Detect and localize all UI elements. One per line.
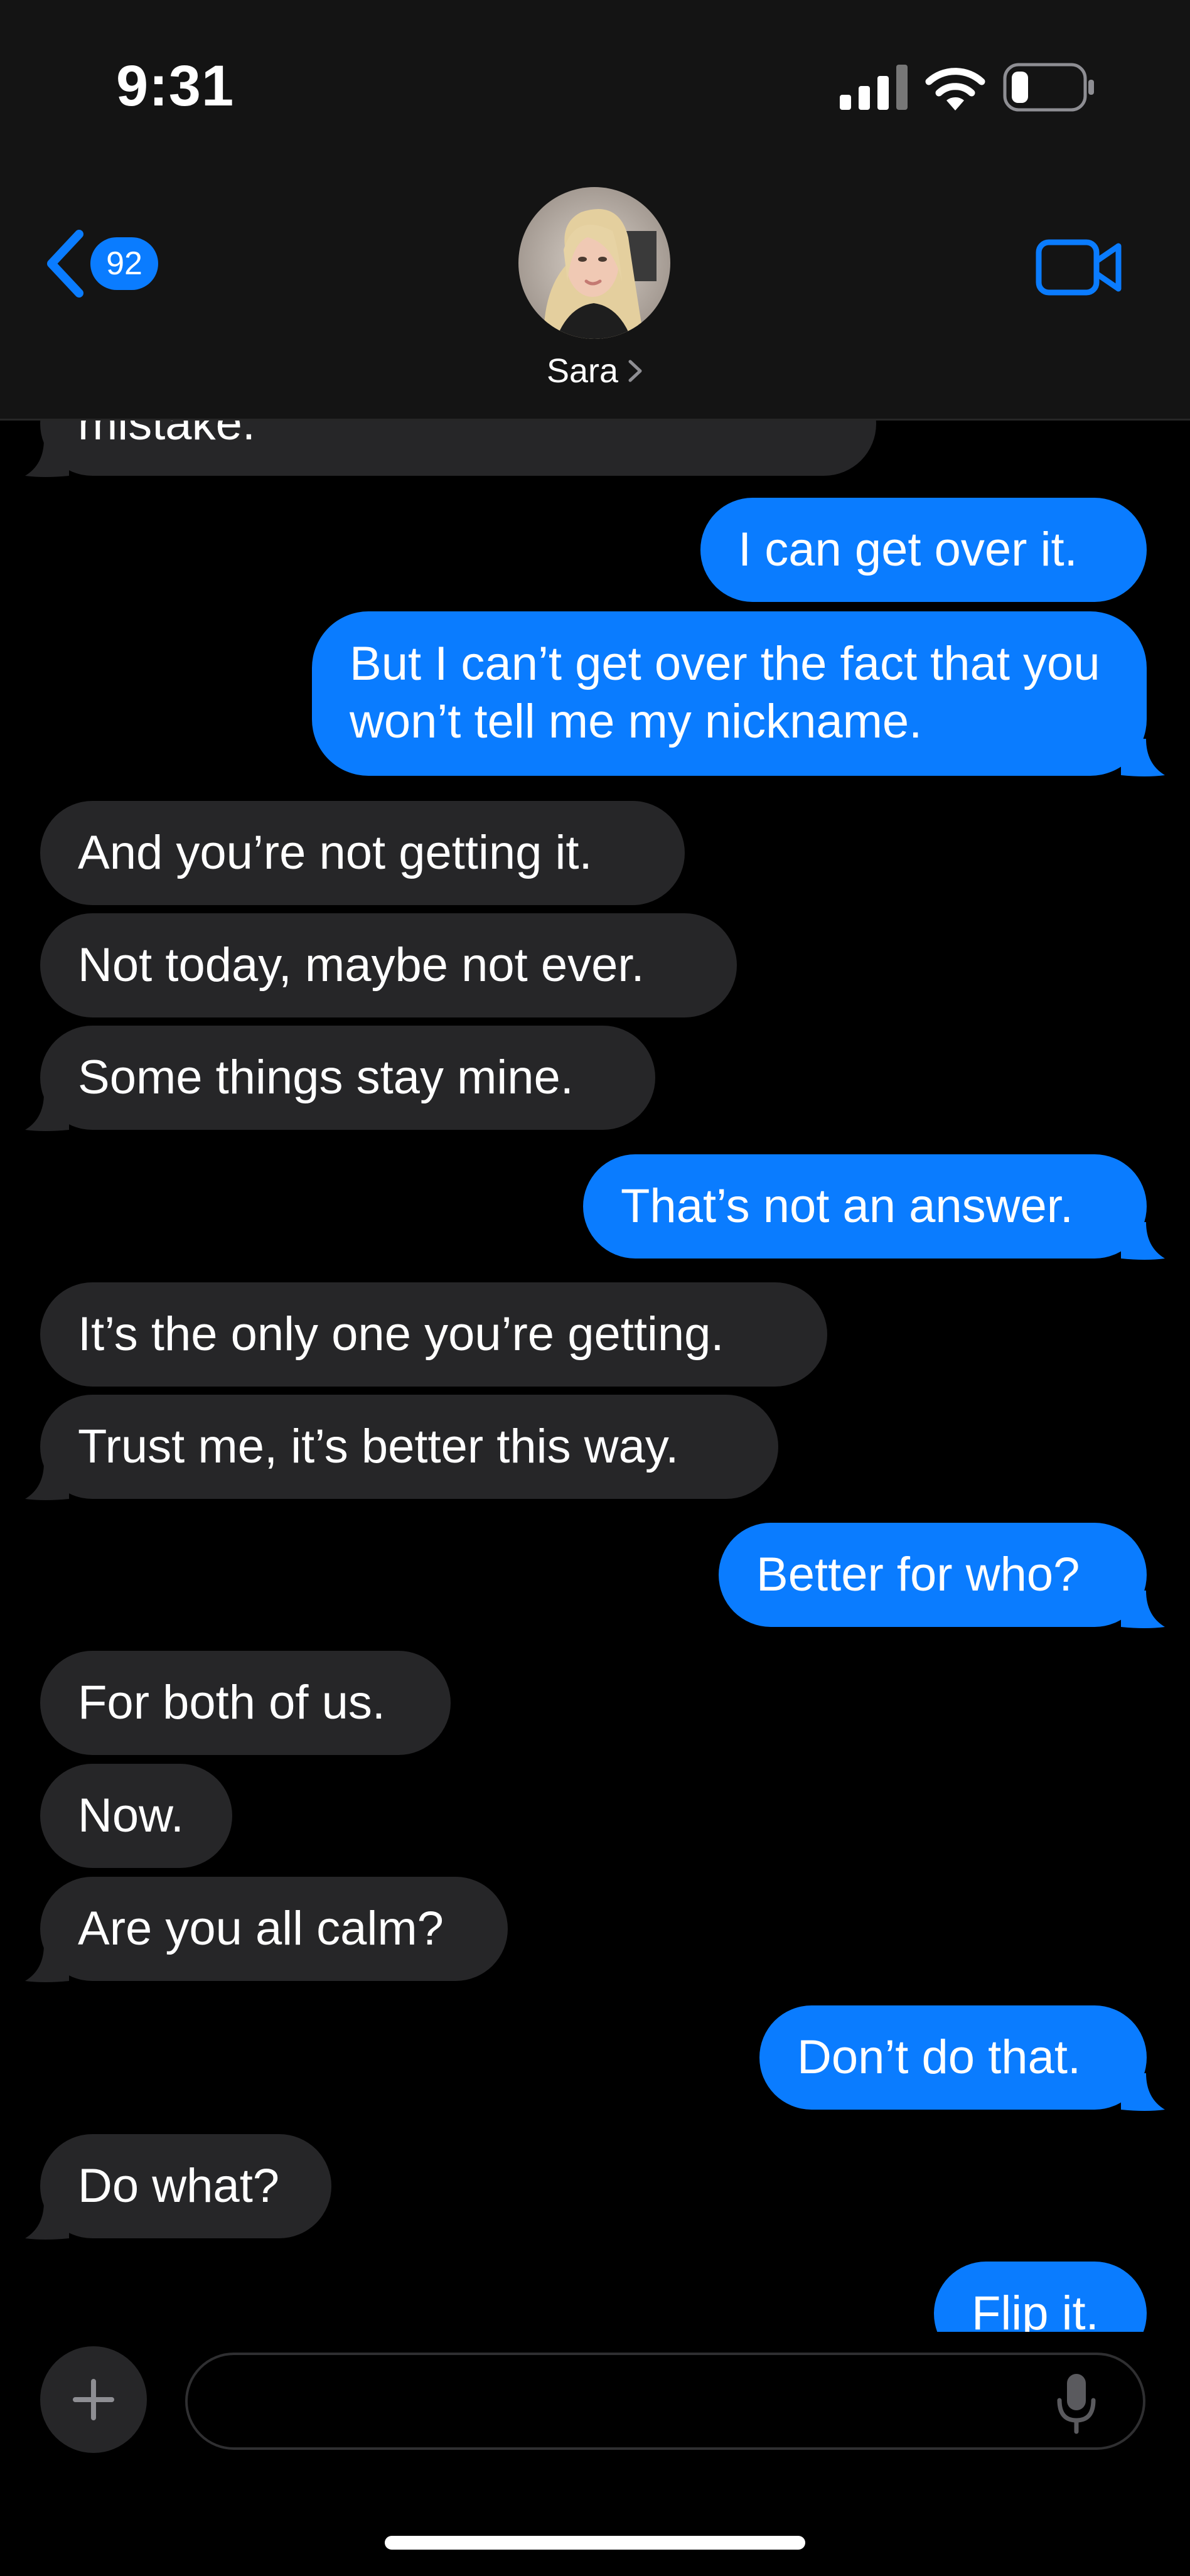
message-text: Better for who? [756,1548,1080,1601]
cellular-signal-icon [840,65,908,110]
message-text: I can get over it. [738,523,1078,576]
message-input[interactable] [185,2353,1145,2450]
message-bubble-incoming[interactable]: Do what? [40,2134,331,2238]
message-bubble-incoming[interactable]: Trust me, it’s better this way. [40,1395,778,1499]
message-bubble-outgoing[interactable]: Better for who? [719,1523,1147,1627]
message-bubble-incoming[interactable]: Not today, maybe not ever. [40,913,737,1017]
video-call-button[interactable] [1036,237,1123,297]
bubble-tail [25,1462,69,1500]
battery-icon [1003,63,1094,112]
message-text: But I can’t get over the fact that you w… [350,637,1100,748]
message-bubble-incoming[interactable]: For both of us. [40,1651,451,1755]
home-indicator[interactable] [385,2536,805,2550]
message-text: It’s the only one you’re getting. [78,1307,724,1361]
message-bubble-outgoing[interactable]: That’s not an answer. [583,1154,1147,1258]
message-text: Flip it. [972,2287,1099,2332]
message-text: Trust me, it’s better this way. [78,1420,679,1473]
message-bubble-incoming[interactable]: Are you all calm? [40,1877,508,1981]
bubble-tail [25,2202,69,2240]
bubble-tail [25,1945,69,1982]
bubble-tail [1121,739,1165,776]
chevron-left-icon [47,230,83,298]
microphone-icon[interactable] [1054,2371,1098,2434]
message-text: Some things stay mine. [78,1051,574,1104]
video-camera-icon [1036,239,1122,296]
plus-icon [73,2379,114,2420]
message-bubble-outgoing[interactable]: I can get over it. [700,498,1147,602]
contact-name-button[interactable]: Sara [0,352,1190,390]
message-text: Not today, maybe not ever. [78,938,645,992]
avatar-photo [518,187,670,339]
unread-count-badge: 92 [90,237,158,290]
message-bubble-outgoing[interactable]: But I can’t get over the fact that you w… [312,611,1147,776]
bubble-tail [25,439,69,477]
message-text: For both of us. [78,1676,386,1729]
message-bubble-incoming[interactable]: Now. [40,1764,232,1868]
message-text: Now. [78,1789,184,1842]
conversation-header: 9:31 92 Sara [0,0,1190,421]
bubble-tail [25,1093,69,1131]
bubble-tail [1121,2073,1165,2111]
status-time: 9:31 [116,54,235,118]
message-bubble-incoming[interactable]: It’s the only one you’re getting. [40,1282,827,1387]
wifi-icon [925,68,985,110]
contact-name: Sara [546,352,619,390]
contact-avatar[interactable] [518,187,670,339]
message-text: Are you all calm? [78,1902,444,1955]
message-text: That’s not an answer. [621,1179,1074,1233]
message-bubble-incoming[interactable]: Some things stay mine. [40,1026,655,1130]
bubble-tail [1121,1222,1165,1260]
message-bubble-outgoing[interactable]: Don’t do that. [759,2005,1147,2110]
message-text: Don’t do that. [797,2031,1081,2084]
chevron-right-icon [628,360,642,382]
bubble-tail [1121,1591,1165,1628]
message-text: And you’re not getting it. [78,826,592,879]
message-bubble-outgoing[interactable]: Flip it. [934,2262,1147,2332]
message-text: Do what? [78,2159,280,2213]
add-attachment-button[interactable] [40,2346,147,2453]
message-bubble-incoming[interactable]: And you’re not getting it. [40,801,685,905]
back-button[interactable]: 92 [44,226,182,301]
